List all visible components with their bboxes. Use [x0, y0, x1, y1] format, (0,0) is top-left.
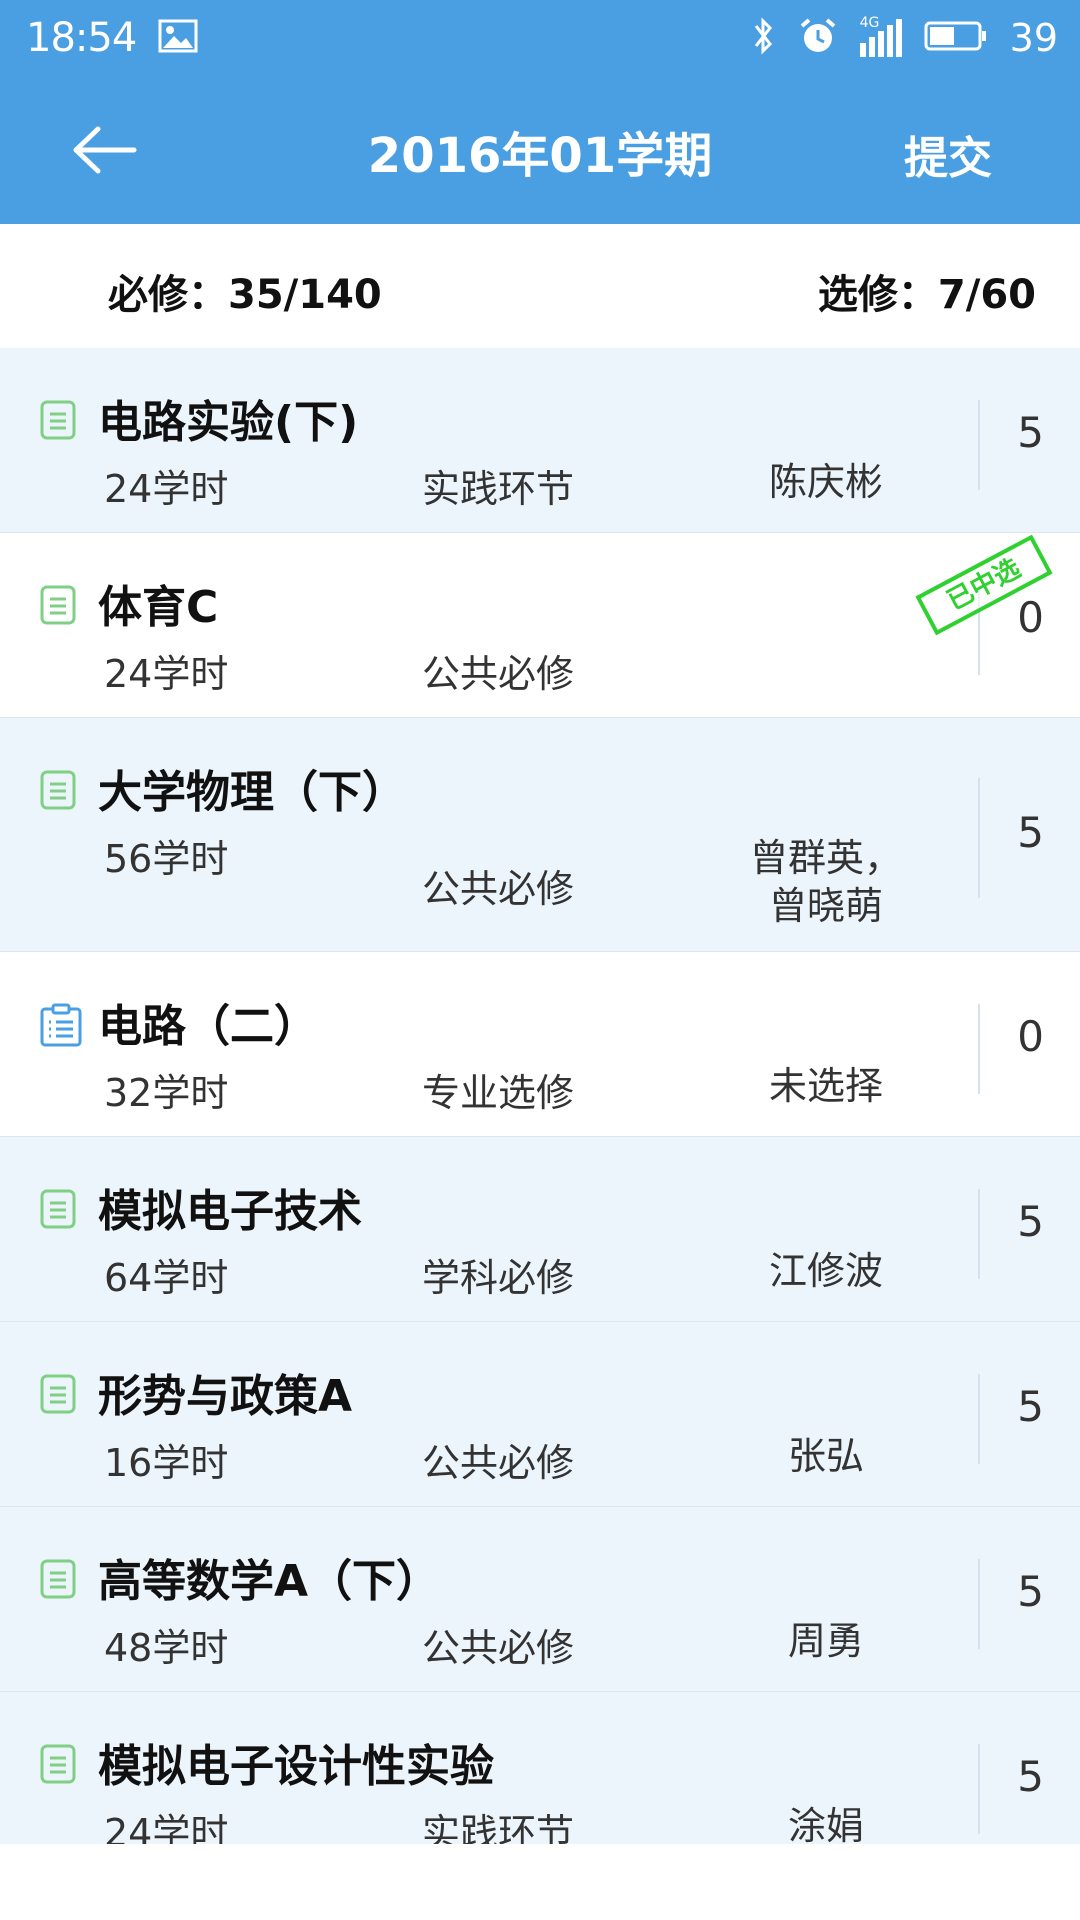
required-credits: 必修：35/140 — [108, 272, 382, 318]
course-row[interactable]: 模拟电子技术 64学时 学科必修 江修波 5 — [0, 1137, 1080, 1322]
course-teacher: 曾群英， 曾晓萌 — [749, 836, 902, 928]
course-teacher[interactable]: 未选择 — [700, 1062, 952, 1110]
course-credit: 5 — [1017, 1197, 1044, 1246]
signal-icon: 4G — [859, 15, 902, 57]
course-teacher: 江修波 — [768, 1249, 883, 1293]
course-row[interactable]: 高等数学A（下） 48学时 公共必修 周勇 5 — [0, 1507, 1080, 1692]
course-teacher: 张弘 — [787, 1434, 864, 1478]
list-icon — [38, 1187, 78, 1231]
course-row[interactable]: 模拟电子设计性实验 24学时 实践环节 涂娟 5 — [0, 1692, 1080, 1844]
status-bar: 18:54 4G 39 — [0, 0, 1080, 76]
course-name: 电路实验(下) — [98, 397, 359, 448]
list-icon — [38, 583, 78, 627]
row-divider — [978, 778, 980, 898]
course-row[interactable]: 大学物理（下） 56学时 公共必修 曾群英， 曾晓萌 5 — [0, 718, 1080, 952]
course-teacher: 涂娟 — [787, 1804, 864, 1844]
list-icon — [38, 1372, 78, 1416]
course-name: 模拟电子设计性实验 — [98, 1741, 494, 1792]
course-type: 专业选修 — [422, 1071, 575, 1115]
network-type-label: 4G — [859, 15, 880, 31]
course-row[interactable]: 电路实验(下) 24学时 实践环节 陈庆彬 5 — [0, 348, 1080, 533]
course-hours: 56学时 — [104, 837, 229, 881]
row-divider — [978, 1744, 980, 1834]
course-list: 电路实验(下) 24学时 实践环节 陈庆彬 5 体育C 24学时 公共必修 已中… — [0, 348, 1080, 1844]
course-hours: 64学时 — [104, 1256, 229, 1300]
course-hours: 24学时 — [104, 1811, 229, 1844]
status-time: 18:54 — [26, 15, 137, 61]
course-type: 公共必修 — [422, 867, 575, 911]
battery-icon — [924, 20, 988, 56]
bottom-blank — [0, 1844, 1080, 1920]
course-type: 学科必修 — [422, 1256, 575, 1300]
course-name: 电路（二） — [98, 1001, 318, 1052]
course-type: 实践环节 — [422, 467, 575, 511]
row-divider — [978, 1189, 980, 1279]
course-hours: 48学时 — [104, 1626, 229, 1670]
list-icon — [38, 768, 78, 812]
course-type: 公共必修 — [422, 652, 575, 696]
clipboard-icon — [38, 1002, 82, 1047]
row-divider — [978, 1004, 980, 1094]
course-name: 大学物理（下） — [98, 767, 406, 818]
list-icon — [38, 398, 78, 442]
status-right: 4G 39 — [750, 15, 1058, 60]
course-credit: 0 — [1017, 1012, 1044, 1061]
row-divider — [978, 1374, 980, 1464]
course-name: 模拟电子技术 — [98, 1186, 362, 1237]
list-icon — [38, 1742, 78, 1786]
row-divider — [978, 400, 980, 490]
course-credit: 5 — [1017, 1752, 1044, 1801]
course-hours: 24学时 — [104, 467, 229, 511]
course-row[interactable]: 体育C 24学时 公共必修 已中选 0 — [0, 533, 1080, 718]
course-type: 公共必修 — [422, 1441, 575, 1485]
course-credit: 5 — [1017, 1567, 1044, 1616]
status-left: 18:54 — [26, 15, 198, 61]
course-teacher: 陈庆彬 — [768, 460, 883, 504]
submit-button[interactable]: 提交 — [904, 122, 992, 186]
course-teacher: 周勇 — [787, 1619, 864, 1663]
image-notification-icon — [158, 19, 198, 57]
course-name: 体育C — [98, 582, 219, 633]
course-type: 公共必修 — [422, 1626, 575, 1670]
course-row[interactable]: 形势与政策A 16学时 公共必修 张弘 5 — [0, 1322, 1080, 1507]
credit-summary: 必修：35/140 选修：7/60 — [0, 224, 1080, 348]
row-divider — [978, 1559, 980, 1649]
course-hours: 24学时 — [104, 652, 229, 696]
elective-credits: 选修：7/60 — [817, 272, 1036, 318]
course-hours: 32学时 — [104, 1071, 229, 1115]
alarm-icon — [798, 16, 838, 60]
course-credit: 5 — [1017, 408, 1044, 457]
course-name: 形势与政策A — [98, 1371, 353, 1422]
course-hours: 16学时 — [104, 1441, 229, 1485]
list-icon — [38, 1557, 78, 1601]
course-row[interactable]: 电路（二） 32学时 专业选修 未选择 0 — [0, 952, 1080, 1137]
course-credit: 0 — [1017, 593, 1044, 642]
app-bar: 2016年01学期 提交 — [0, 76, 1080, 224]
course-type: 实践环节 — [422, 1811, 575, 1844]
battery-percent: 39 — [1009, 16, 1058, 60]
course-credit: 5 — [1017, 1382, 1044, 1431]
course-credit: 5 — [1017, 808, 1044, 857]
course-name: 高等数学A（下） — [98, 1556, 441, 1607]
bluetooth-icon — [750, 16, 776, 60]
